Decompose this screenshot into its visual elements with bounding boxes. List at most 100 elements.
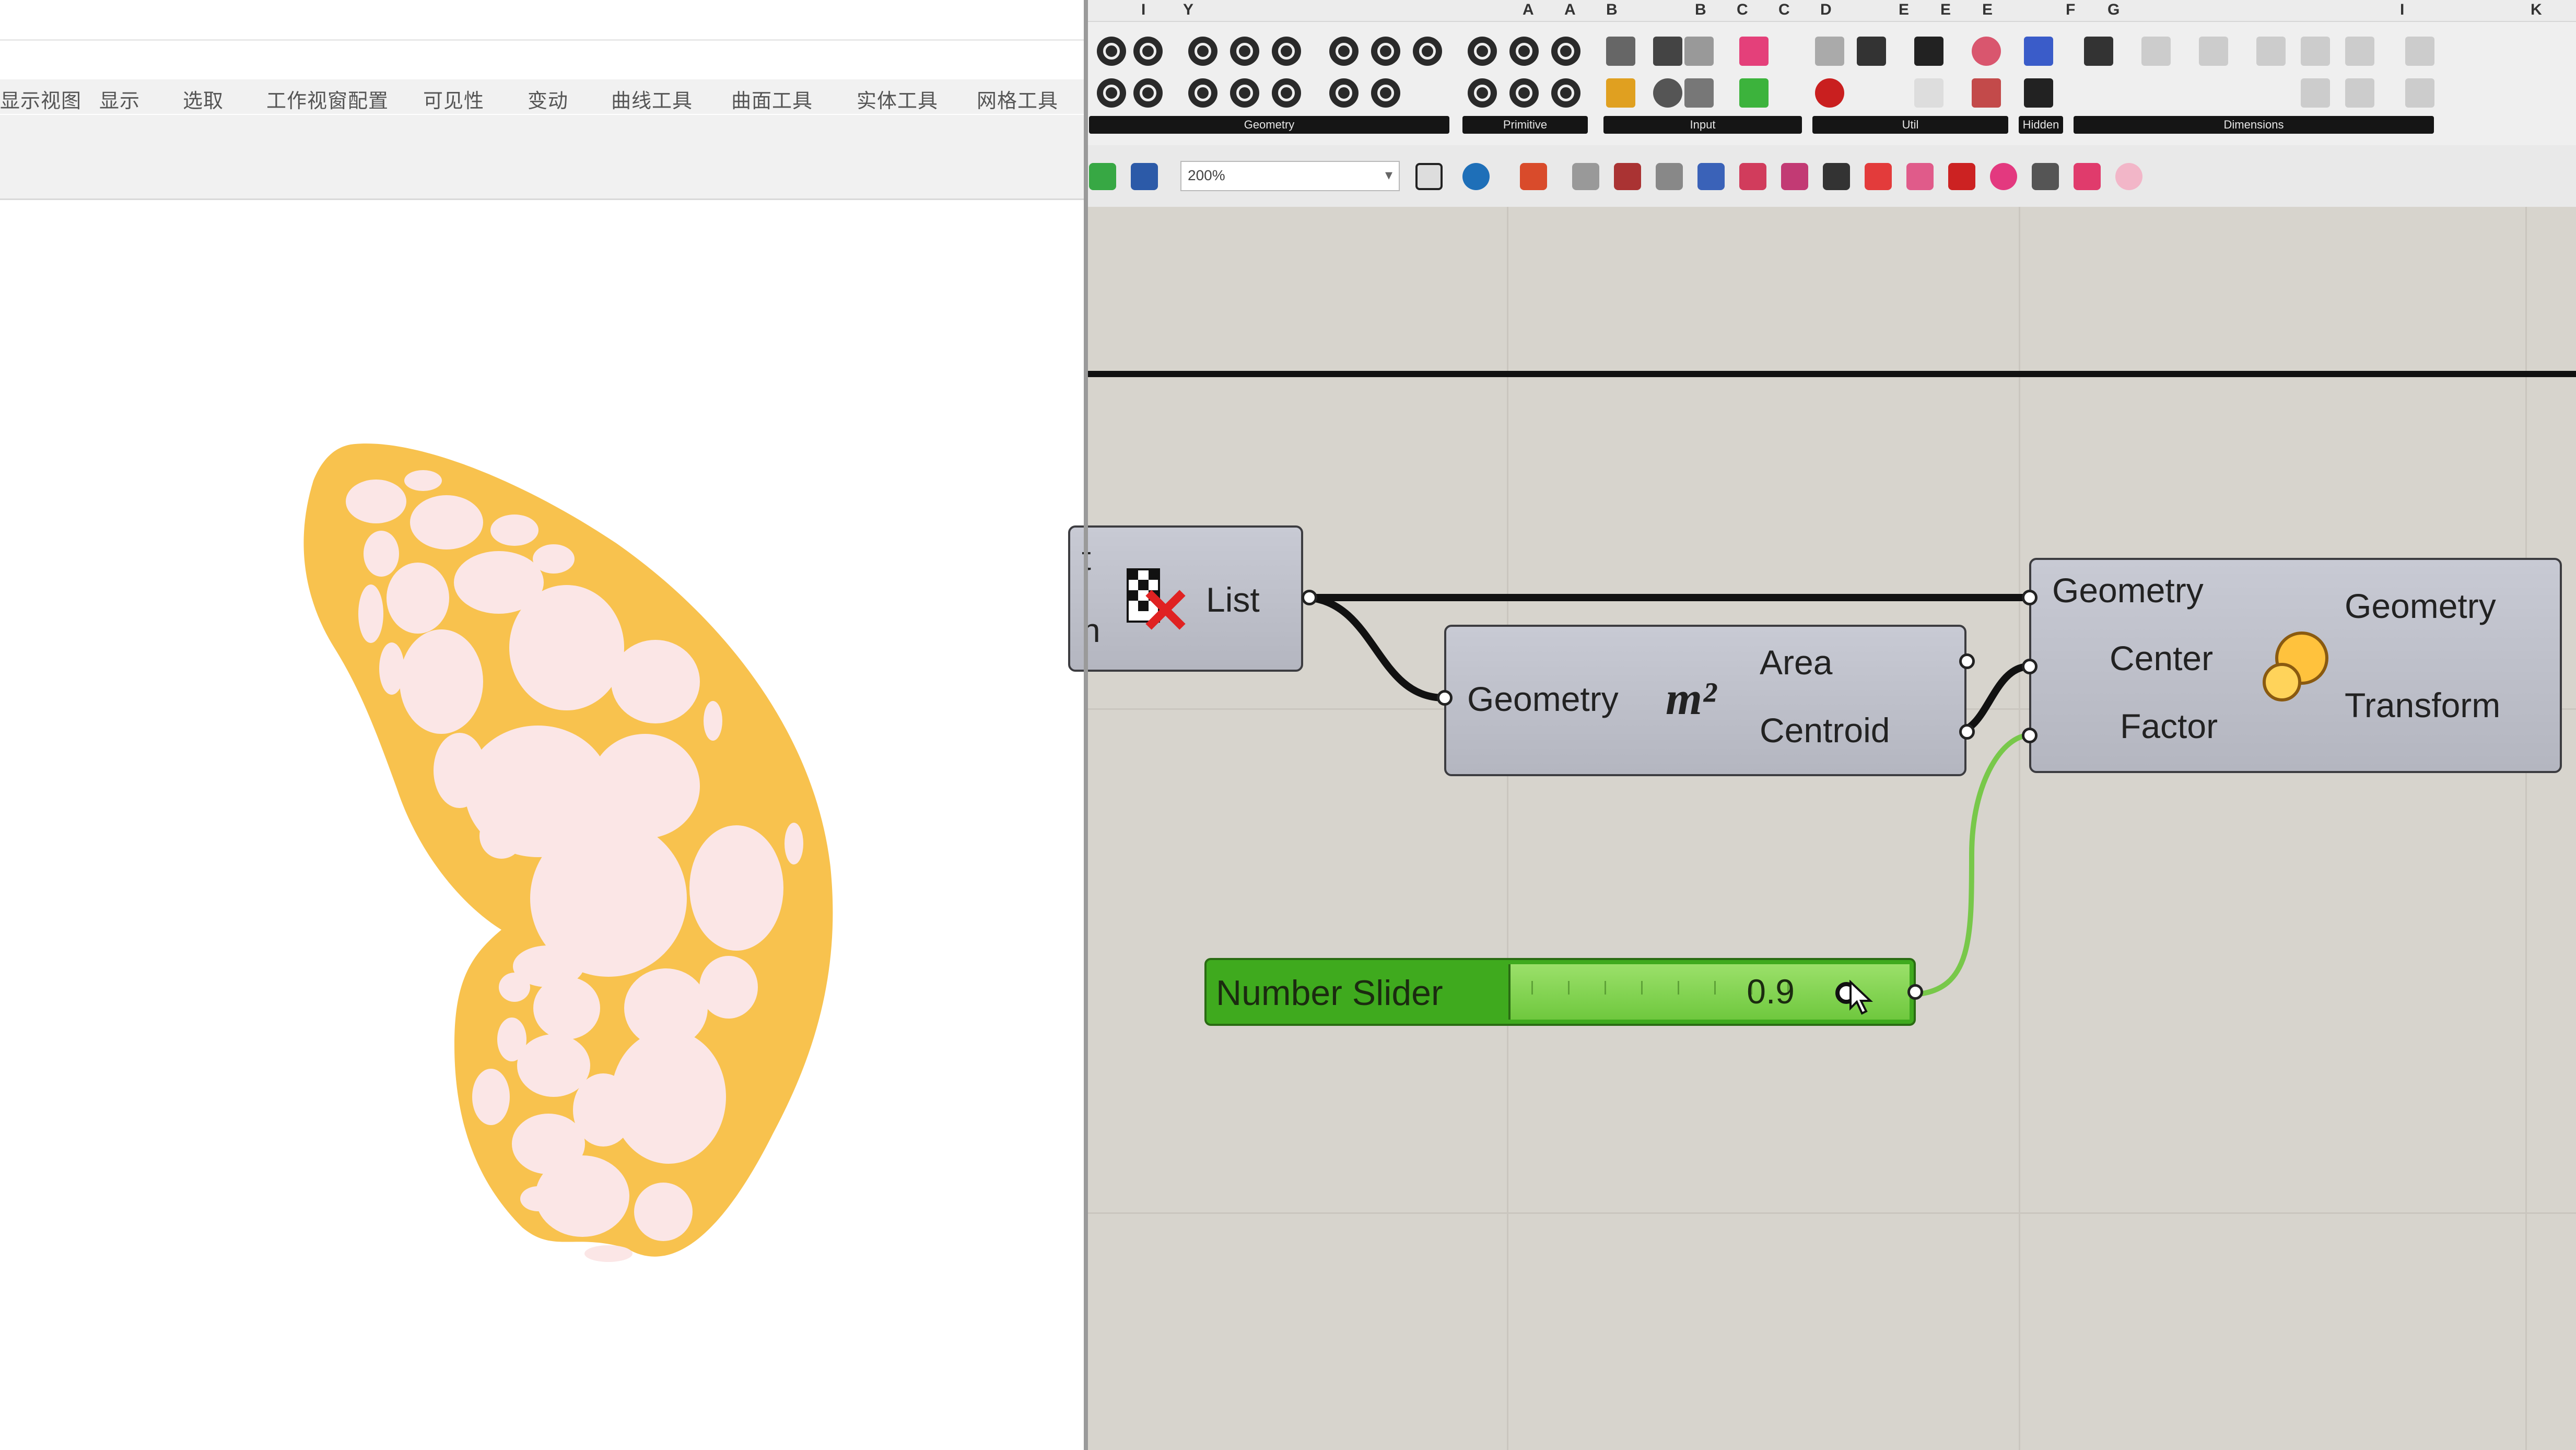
- category-letter[interactable]: I: [2400, 1, 2404, 19]
- puzzle-icon[interactable]: [2084, 37, 2113, 66]
- category-letter[interactable]: Y: [1183, 1, 1193, 19]
- panel-primitive[interactable]: Primitive: [1462, 116, 1588, 134]
- area-port-area[interactable]: [1959, 653, 1975, 669]
- boolean-param-icon[interactable]: [1468, 37, 1497, 66]
- grasshopper-canvas[interactable]: t n List Geometry m² Area Centroid Geo: [1068, 207, 2576, 1450]
- list-input-icon[interactable]: [1684, 78, 1714, 108]
- recompute-icon[interactable]: [1990, 163, 2017, 190]
- window-divider[interactable]: [1084, 0, 1088, 1450]
- category-letter[interactable]: A: [1523, 1, 1534, 19]
- category-letter[interactable]: B: [1606, 1, 1618, 19]
- target-icon[interactable]: [2345, 78, 2374, 108]
- save-file-icon[interactable]: [1131, 163, 1158, 190]
- lock-solver-icon[interactable]: [1948, 163, 1975, 190]
- zoom-dropdown[interactable]: 200% ▾: [1180, 161, 1400, 191]
- category-letter[interactable]: A: [1564, 1, 1576, 19]
- number-slider[interactable]: Number Slider 0.9: [1204, 958, 1916, 1026]
- tab-curve-tools[interactable]: 曲线工具: [611, 85, 693, 113]
- category-letter[interactable]: D: [1820, 1, 1832, 19]
- arc-param-icon[interactable]: [1230, 37, 1259, 66]
- sketch-brush-icon[interactable]: [1520, 163, 1547, 190]
- wire-display-icon[interactable]: [1572, 163, 1599, 190]
- preview-eye-icon[interactable]: [1462, 163, 1490, 190]
- wire-list-to-area[interactable]: [1308, 594, 1445, 701]
- field-param-icon[interactable]: [1329, 78, 1359, 108]
- colour-param-icon[interactable]: [1468, 78, 1497, 108]
- number-param-icon[interactable]: [1551, 37, 1580, 66]
- bake-icon[interactable]: [1857, 37, 1886, 66]
- zoom-extents-icon[interactable]: [1415, 163, 1443, 190]
- gradient-input-icon[interactable]: [1739, 37, 1769, 66]
- outline-icon[interactable]: [2256, 37, 2286, 66]
- button-input-icon[interactable]: [1653, 78, 1682, 108]
- category-letter[interactable]: E: [1982, 1, 1993, 19]
- category-letter[interactable]: K: [2531, 1, 2542, 19]
- integer-param-icon[interactable]: [1509, 37, 1539, 66]
- zoom-search-icon[interactable]: [1697, 163, 1725, 190]
- arrow-outline-icon[interactable]: [1914, 78, 1943, 108]
- tab-select[interactable]: 选取: [183, 85, 224, 113]
- scale-port-factor[interactable]: [2022, 728, 2038, 743]
- category-letter[interactable]: C: [1737, 1, 1748, 19]
- panel-geometry[interactable]: Geometry: [1089, 116, 1449, 134]
- loop-icon[interactable]: [2345, 37, 2374, 66]
- open-file-icon[interactable]: [1089, 163, 1116, 190]
- send-icon[interactable]: [2405, 78, 2434, 108]
- dimension-icon[interactable]: [2141, 37, 2171, 66]
- wire-centroid-to-center[interactable]: [1956, 663, 2030, 735]
- vector-param-icon[interactable]: [1133, 37, 1163, 66]
- category-letter[interactable]: I: [1141, 1, 1145, 19]
- fit-icon[interactable]: [1815, 37, 1844, 66]
- flask-icon[interactable]: [1972, 78, 2001, 108]
- category-letter[interactable]: C: [1778, 1, 1790, 19]
- cull-list-node[interactable]: t n List: [1068, 525, 1303, 672]
- box-param-icon[interactable]: [1188, 78, 1217, 108]
- annotation-icon[interactable]: [2199, 37, 2228, 66]
- point-param-icon[interactable]: [1097, 37, 1126, 66]
- enable-icon[interactable]: [1865, 163, 1892, 190]
- line-param-icon[interactable]: [1097, 78, 1126, 108]
- stack-icon[interactable]: [2301, 78, 2330, 108]
- panel-hidden[interactable]: Hidden: [2019, 116, 2063, 134]
- toggle-input-icon[interactable]: [1684, 37, 1714, 66]
- panel-input-icon[interactable]: [1653, 37, 1682, 66]
- cluster-toolbar-icon[interactable]: [1781, 163, 1808, 190]
- tab-view[interactable]: 显示视图: [0, 85, 81, 113]
- color-wheel-icon[interactable]: [1614, 163, 1641, 190]
- category-letter[interactable]: E: [1899, 1, 1909, 19]
- rhino-viewport[interactable]: [0, 209, 1084, 1436]
- translate-icon[interactable]: [2024, 37, 2053, 66]
- panel-input[interactable]: Input: [1603, 116, 1802, 134]
- area-port-centroid[interactable]: [1959, 724, 1975, 740]
- group-icon[interactable]: [1739, 163, 1766, 190]
- butterfly-wing-geometry[interactable]: [0, 209, 1084, 1436]
- tab-surface-tools[interactable]: 曲面工具: [731, 85, 813, 113]
- tab-viewport-layout[interactable]: 工作视窗配置: [266, 85, 389, 113]
- plane-param-icon[interactable]: [1133, 78, 1163, 108]
- cherry-icon[interactable]: [1815, 78, 1844, 108]
- solver-icon[interactable]: [1906, 163, 1934, 190]
- slider-output-port[interactable]: [1907, 984, 1923, 1000]
- geometry-param-icon[interactable]: [1272, 78, 1301, 108]
- cull-output-port[interactable]: [1302, 590, 1317, 605]
- grid-icon[interactable]: [2301, 37, 2330, 66]
- surface-param-icon[interactable]: [1329, 37, 1359, 66]
- cluster-icon[interactable]: [1972, 37, 2001, 66]
- tab-mesh-tools[interactable]: 网格工具: [977, 85, 1058, 113]
- layer-icon[interactable]: [2405, 37, 2434, 66]
- no-entry-icon[interactable]: [2115, 163, 2142, 190]
- category-letter[interactable]: G: [2107, 1, 2120, 19]
- person-icon[interactable]: [2024, 78, 2053, 108]
- panel-util[interactable]: Util: [1812, 116, 2008, 134]
- bookmark-icon[interactable]: [2074, 163, 2101, 190]
- gear-icon[interactable]: [2032, 163, 2059, 190]
- scale-port-geometry[interactable]: [2022, 590, 2038, 605]
- domain-param-icon[interactable]: [1551, 78, 1580, 108]
- category-letter[interactable]: F: [2066, 1, 2075, 19]
- value-list-icon[interactable]: [1606, 78, 1635, 108]
- scale-node[interactable]: Geometry Center Factor Geometry Transfor…: [2029, 558, 2562, 773]
- bake-selected-icon[interactable]: [1656, 163, 1683, 190]
- tab-visibility[interactable]: 可见性: [423, 85, 484, 113]
- scale-port-center[interactable]: [2022, 659, 2038, 674]
- brep-param-icon[interactable]: [1371, 37, 1400, 66]
